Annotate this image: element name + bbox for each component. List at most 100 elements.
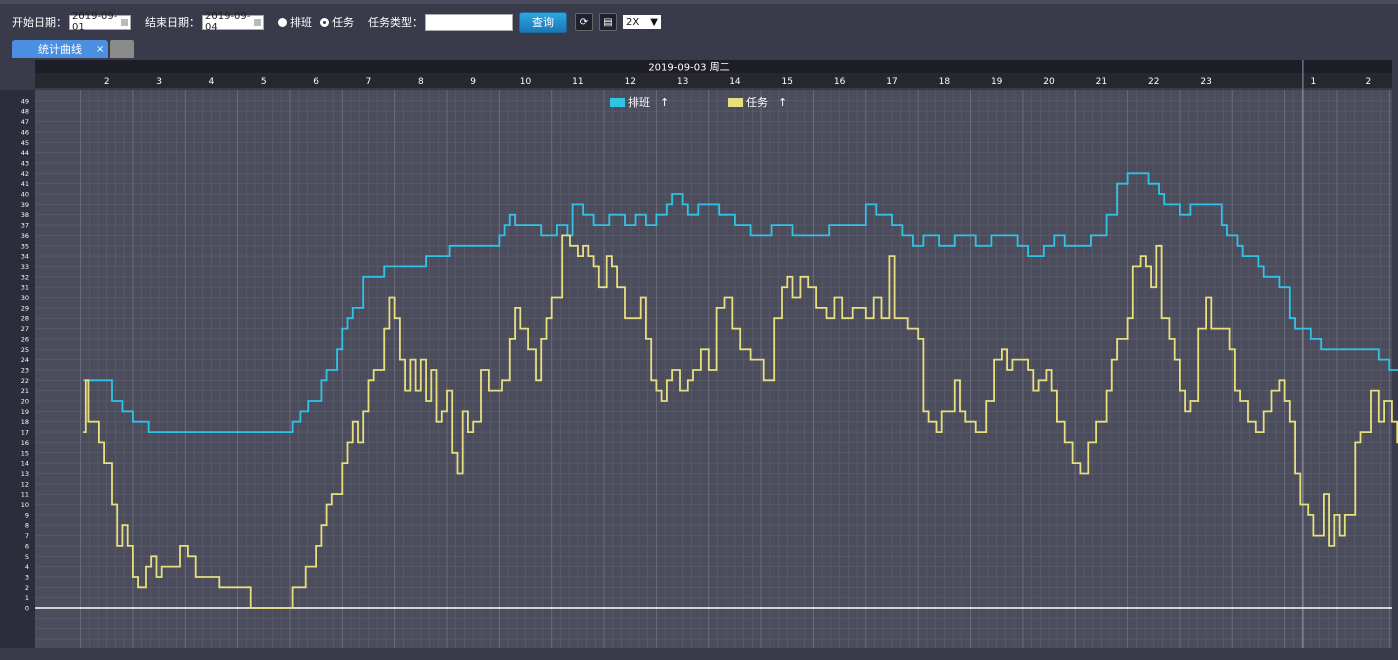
- tab-new[interactable]: [110, 40, 134, 58]
- radio-task[interactable]: [320, 17, 329, 27]
- x-tick-label: 3: [156, 77, 162, 87]
- y-tick-label: 6: [25, 542, 29, 550]
- x-tick-label: 23: [1200, 77, 1211, 87]
- y-tick-label: 13: [21, 470, 29, 478]
- x-tick-label: 21: [1096, 77, 1107, 87]
- y-tick-label: 48: [21, 108, 29, 116]
- y-tick-label: 37: [21, 222, 29, 230]
- y-tick-label: 8: [25, 522, 29, 530]
- tab-statistics-curve[interactable]: 统计曲线 ×: [12, 40, 108, 58]
- toolbar: 开始日期： 2019-09-01 结束日期： 2019-09-04 排班 任务 …: [0, 0, 1398, 40]
- y-tick-label: 14: [21, 460, 29, 468]
- x-tick-label: 12: [624, 77, 635, 87]
- y-tick-label: 24: [21, 356, 29, 364]
- x-tick-label: 5: [261, 77, 267, 87]
- radio-task-label: 任务: [332, 16, 354, 29]
- y-tick-label: 33: [21, 263, 29, 271]
- y-tick-label: 2: [25, 584, 29, 592]
- y-tick-label: 31: [21, 284, 29, 292]
- task-type-label: 任务类型：: [368, 16, 423, 29]
- x-tick-label: 16: [834, 77, 846, 87]
- legend-swatch: [728, 98, 743, 107]
- chart-title: 2019-09-03 周二: [648, 62, 729, 74]
- start-date-label: 开始日期：: [12, 16, 67, 29]
- x-tick-label: 1: [1311, 77, 1317, 87]
- y-tick-label: 19: [21, 408, 29, 416]
- y-tick-label: 45: [21, 139, 29, 147]
- task-type-input[interactable]: [425, 13, 513, 31]
- y-tick-label: 4: [25, 563, 29, 571]
- chevron-down-icon: ▼: [650, 16, 658, 28]
- y-tick-label: 38: [21, 211, 29, 219]
- y-tick-label: 47: [21, 118, 29, 126]
- x-tick-label: 7: [366, 77, 372, 87]
- y-tick-label: 42: [21, 170, 29, 178]
- x-tick-label: 10: [520, 77, 532, 87]
- end-date-input[interactable]: 2019-09-04: [202, 11, 264, 33]
- x-tick-label: 11: [572, 77, 583, 87]
- y-tick-label: 34: [21, 253, 29, 261]
- y-tick-label: 49: [21, 97, 29, 105]
- y-tick-label: 11: [21, 491, 29, 499]
- x-tick-label: 17: [886, 77, 897, 87]
- close-icon[interactable]: ×: [96, 44, 104, 55]
- y-tick-label: 32: [21, 273, 29, 281]
- y-tick-label: 39: [21, 201, 29, 209]
- save-icon[interactable]: ▤: [599, 13, 617, 31]
- legend-label: 任务: [746, 96, 768, 109]
- zoom-select[interactable]: 2X ▼: [623, 15, 661, 29]
- y-tick-label: 10: [21, 501, 29, 509]
- y-tick-label: 41: [21, 180, 29, 188]
- statistics-chart: 2019-09-03 周二2 3 4 5 6 7 8 9 10 11 12 13 14 15 16 17 18 1…: [0, 60, 1398, 648]
- refresh-icon[interactable]: ⟳: [575, 13, 593, 31]
- x-tick-label: 15: [782, 77, 793, 87]
- y-tick-label: 1: [25, 594, 29, 602]
- y-tick-label: 27: [21, 325, 29, 333]
- legend-arrow: ↑: [778, 96, 787, 109]
- y-tick-label: 29: [21, 304, 29, 312]
- legend-arrow: ↑: [660, 96, 669, 109]
- x-tick-label: 2: [1365, 77, 1371, 87]
- hour-header: [35, 73, 1392, 88]
- x-tick-label: 2: [104, 77, 110, 87]
- y-tick-label: 0: [25, 605, 29, 613]
- x-tick-label: 14: [729, 77, 741, 87]
- y-tick-label: 44: [21, 149, 29, 157]
- x-tick-label: 6: [313, 77, 319, 87]
- y-tick-label: 18: [21, 418, 29, 426]
- radio-schedule-label: 排班: [290, 16, 312, 29]
- y-tick-label: 15: [21, 449, 29, 457]
- x-tick-label: 20: [1043, 77, 1055, 87]
- y-tick-label: 7: [25, 532, 29, 540]
- calendar-icon[interactable]: [121, 18, 128, 26]
- x-tick-label: 8: [418, 77, 424, 87]
- y-tick-label: 17: [21, 429, 29, 437]
- calendar-icon[interactable]: [254, 18, 261, 26]
- legend-swatch: [610, 98, 625, 107]
- y-tick-label: 28: [21, 315, 29, 323]
- query-button[interactable]: 查询: [519, 11, 567, 33]
- y-tick-label: 9: [25, 511, 29, 519]
- end-date-label: 结束日期：: [145, 16, 200, 29]
- y-tick-label: 36: [21, 232, 29, 240]
- legend-label: 排班: [628, 95, 650, 109]
- x-tick-label: 22: [1148, 77, 1159, 87]
- x-tick-label: 9: [470, 77, 476, 87]
- y-tick-label: 12: [21, 480, 29, 488]
- y-tick-label: 23: [21, 366, 29, 374]
- y-tick-label: 30: [21, 294, 29, 302]
- y-tick-label: 22: [21, 377, 29, 385]
- y-tick-label: 25: [21, 346, 29, 354]
- y-axis-strip: [0, 90, 35, 648]
- y-tick-label: 40: [21, 191, 29, 199]
- y-tick-label: 35: [21, 242, 29, 250]
- x-tick-label: 13: [677, 77, 688, 87]
- start-date-input[interactable]: 2019-09-01: [69, 11, 131, 33]
- x-tick-label: 18: [939, 77, 951, 87]
- y-tick-label: 16: [21, 439, 29, 447]
- y-tick-label: 26: [21, 335, 29, 343]
- x-tick-label: 19: [991, 77, 1003, 87]
- radio-schedule[interactable]: [278, 17, 287, 27]
- y-tick-label: 3: [25, 573, 29, 581]
- x-tick-label: 4: [209, 77, 215, 87]
